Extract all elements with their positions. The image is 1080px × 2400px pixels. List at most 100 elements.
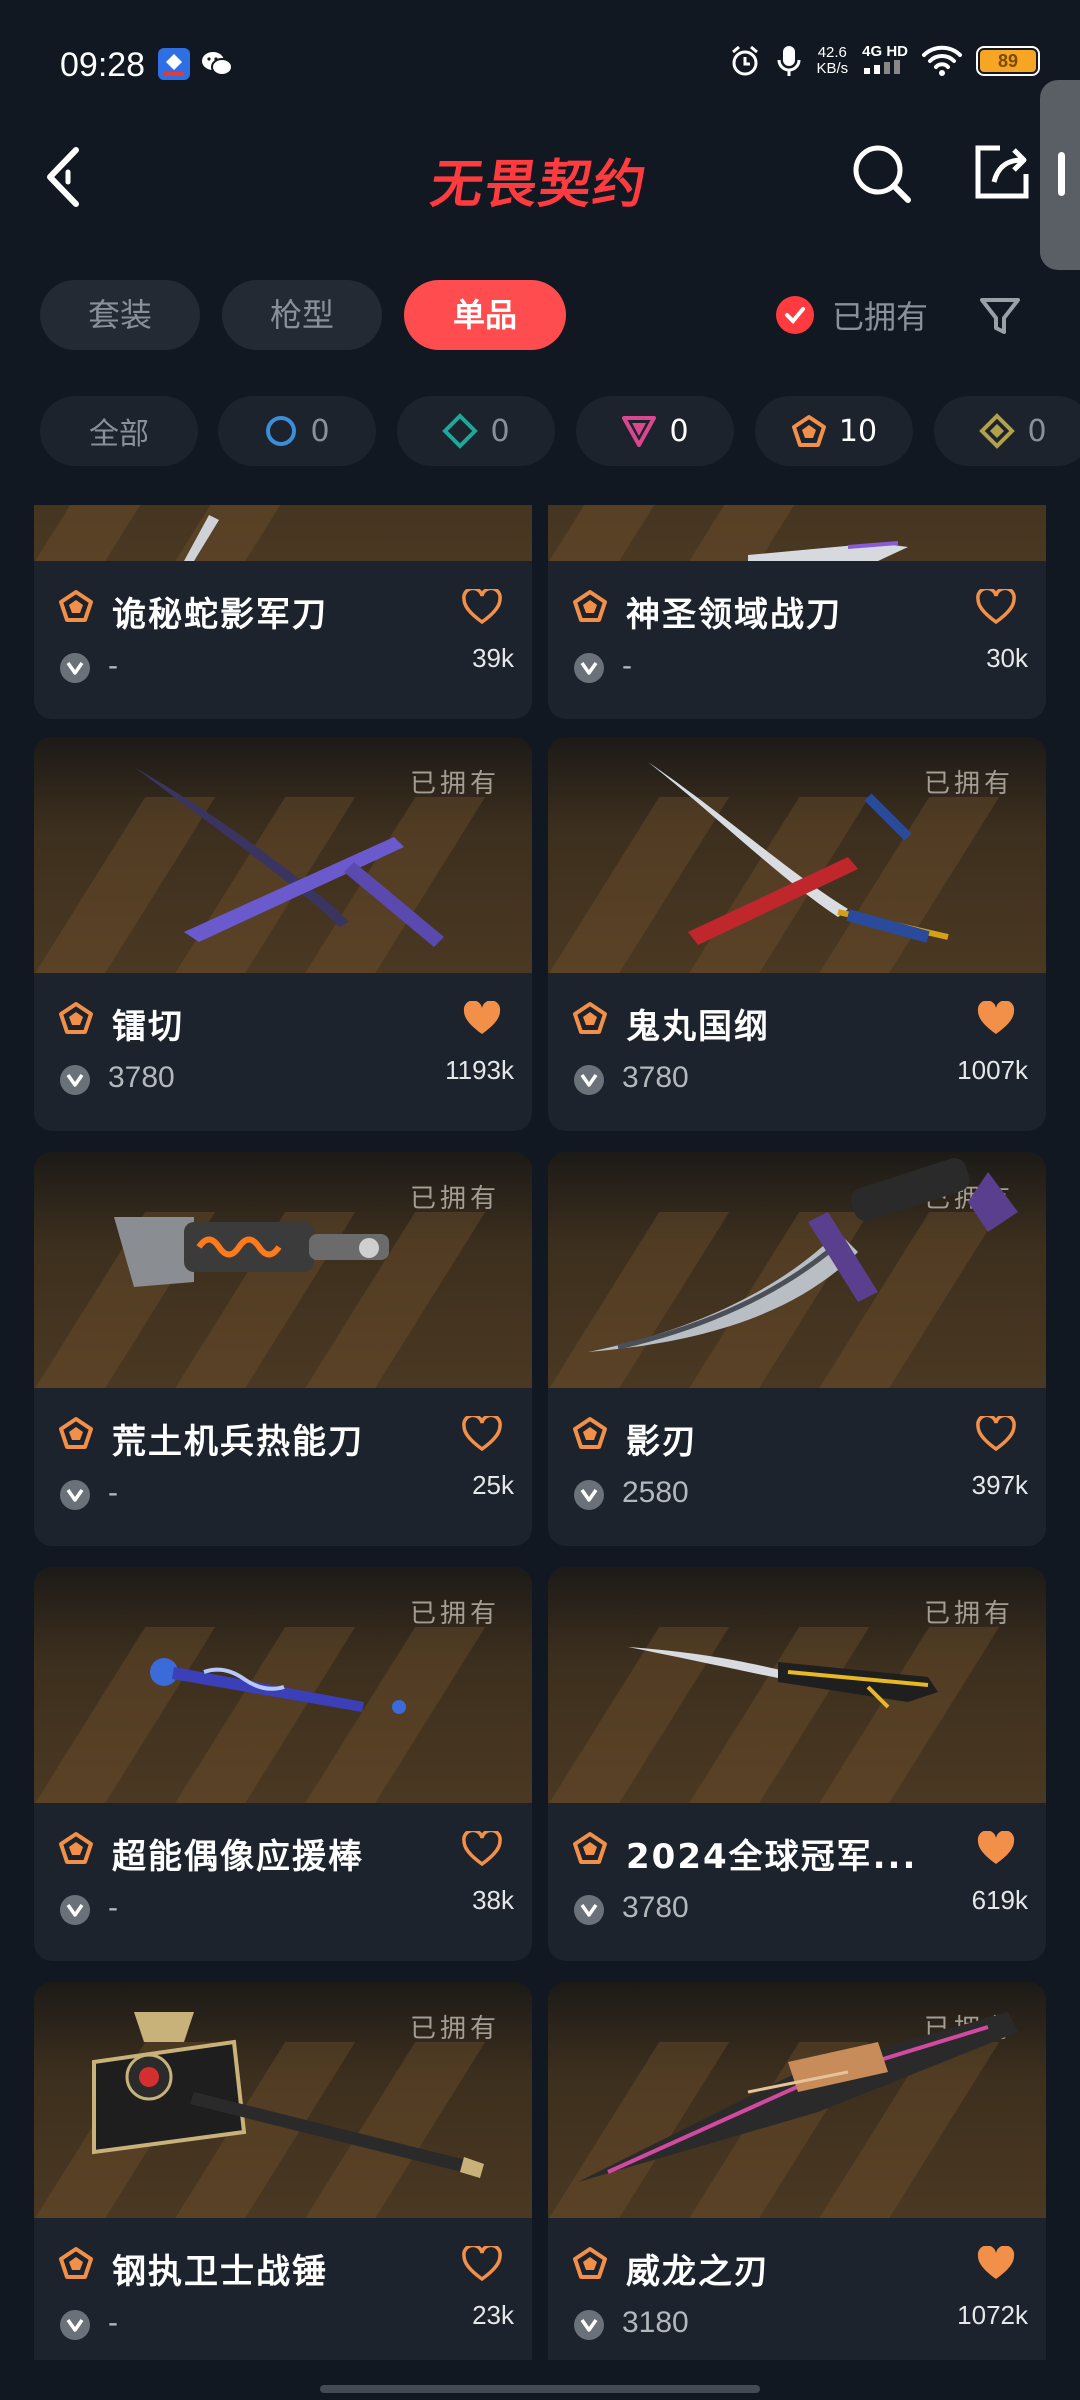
rarity-filter-deluxe[interactable]: 0 [397, 396, 555, 466]
vp-currency-icon [574, 653, 604, 683]
heart-outline-icon[interactable] [976, 589, 1016, 625]
vp-currency-icon [574, 1065, 604, 1095]
microphone-icon [777, 46, 801, 76]
item-likes: 397k [971, 1470, 1028, 1500]
item-name: 神圣领域战刀 [626, 595, 842, 635]
item-image: 已拥有 [34, 1152, 532, 1388]
rarity-filter-all[interactable]: 全部 [40, 396, 198, 466]
vp-currency-icon [574, 1895, 604, 1925]
heart-filled-icon[interactable] [976, 1831, 1016, 1867]
vp-currency-icon [60, 2310, 90, 2340]
item-likes: 38k [472, 1885, 514, 1915]
rarity-filter-ultra[interactable]: 0 [934, 396, 1080, 466]
heart-outline-icon[interactable] [462, 2246, 502, 2282]
item-image [34, 505, 532, 561]
tab-sets[interactable]: 套装 [40, 280, 200, 350]
share-icon [975, 145, 1029, 199]
item-name: 荒土机兵热能刀 [112, 1422, 364, 1462]
status-bar: 09:28 42.6 KB/s 4G HD 89 [0, 0, 1080, 130]
item-card[interactable]: 诡秘蛇影军刀 - 39k [34, 505, 532, 719]
item-price: - [108, 649, 118, 682]
vp-currency-icon [60, 1480, 90, 1510]
wechat-icon [200, 48, 233, 80]
alarm-icon [732, 45, 759, 76]
network-speed: 42.6 KB/s [816, 44, 849, 77]
item-card[interactable]: 已拥有 2024全球冠军... 3780 619k [548, 1567, 1046, 1961]
battery-icon: 89 [976, 46, 1040, 76]
item-name: 鬼丸国纲 [626, 1007, 770, 1047]
rarity-premium-icon [622, 416, 657, 447]
item-card[interactable]: 已拥有 鬼丸国纲 3780 1007k [548, 737, 1046, 1131]
item-card[interactable]: 已拥有 威龙之刃 3180 1072k [548, 1982, 1046, 2360]
heart-filled-icon[interactable] [976, 1001, 1016, 1037]
tab-weapon-types[interactable]: 枪型 [222, 280, 382, 350]
item-price: 3780 [622, 1891, 689, 1924]
exclusive-tier-icon [573, 1002, 607, 1034]
heart-outline-icon[interactable] [462, 589, 502, 625]
exclusive-tier-icon [59, 1417, 93, 1449]
rarity-exclusive-icon [791, 415, 826, 447]
item-price: 3780 [622, 1061, 689, 1094]
exclusive-tier-icon [59, 2247, 93, 2279]
exclusive-tier-icon [573, 2247, 607, 2279]
vp-currency-icon [574, 1480, 604, 1510]
owned-filter-toggle[interactable]: 已拥有 [776, 292, 928, 338]
light-stick-image [150, 1658, 406, 1714]
item-card[interactable]: 已拥有 影刃 2580 397k [548, 1152, 1046, 1546]
rarity-filter-premium[interactable]: 0 [576, 396, 734, 466]
item-likes: 619k [971, 1885, 1028, 1915]
item-likes: 1007k [957, 1055, 1028, 1085]
rarity-filter-row: 全部 0 0 0 10 0 [0, 396, 1080, 466]
item-price: 3780 [108, 1061, 175, 1094]
dragon-blade-image [578, 2012, 1018, 2182]
shadow-blade-image [588, 1158, 1018, 1352]
exclusive-tier-icon [59, 590, 93, 622]
category-tabs: 套装 枪型 单品 已拥有 [40, 280, 1040, 350]
wifi-icon [922, 45, 962, 76]
check-icon [776, 296, 814, 334]
share-button[interactable] [970, 140, 1034, 204]
item-likes: 25k [472, 1470, 514, 1500]
exclusive-tier-icon [59, 1002, 93, 1034]
warhammer-image [92, 2012, 484, 2178]
item-price: 3180 [622, 2306, 689, 2339]
heart-outline-icon[interactable] [462, 1831, 502, 1867]
rarity-filter-exclusive[interactable]: 10 [755, 396, 913, 466]
filter-button[interactable] [976, 292, 1024, 340]
item-likes: 1072k [957, 2300, 1028, 2330]
rarity-deluxe-icon [442, 413, 479, 449]
rarity-ultra-icon [979, 413, 1016, 449]
rarity-select-icon [266, 416, 297, 446]
item-card[interactable]: 已拥有 荒土机兵热能刀 - 25k [34, 1152, 532, 1546]
item-price: - [108, 1891, 118, 1924]
item-price: 2580 [622, 1476, 689, 1509]
rarity-filter-select[interactable]: 0 [218, 396, 376, 466]
item-image: 已拥有 [548, 1567, 1046, 1803]
item-card[interactable]: 神圣领域战刀 - 30k [548, 505, 1046, 719]
tab-items[interactable]: 单品 [404, 280, 566, 350]
item-image: 已拥有 [548, 1152, 1046, 1388]
item-likes: 39k [472, 643, 514, 673]
item-card[interactable]: 已拥有 钢执卫士战锤 - 23k [34, 1982, 532, 2360]
heart-filled-icon[interactable] [462, 1001, 502, 1037]
heart-outline-icon[interactable] [976, 1416, 1016, 1452]
vp-currency-icon [574, 2310, 604, 2340]
knife-image [184, 515, 219, 561]
page-title: 无畏契约 [426, 155, 652, 215]
search-button[interactable] [850, 142, 914, 206]
item-name: 影刃 [626, 1422, 698, 1462]
home-indicator[interactable] [320, 2385, 760, 2393]
knife-image [748, 541, 908, 561]
item-image: 已拥有 [548, 1982, 1046, 2218]
floating-side-handle[interactable] [1040, 80, 1080, 270]
item-card[interactable]: 已拥有 超能偶像应援棒 - 38k [34, 1567, 532, 1961]
heart-outline-icon[interactable] [462, 1416, 502, 1452]
item-card[interactable]: 已拥有 镭切 3780 1193k [34, 737, 532, 1131]
header: 无畏契约 [0, 120, 1080, 220]
exclusive-tier-icon [573, 1832, 607, 1864]
item-name: 2024全球冠军... [626, 1837, 918, 1877]
network-type: 4G HD [862, 44, 908, 78]
item-image: 已拥有 [548, 737, 1046, 973]
heart-filled-icon[interactable] [976, 2246, 1016, 2282]
search-icon [853, 145, 911, 203]
